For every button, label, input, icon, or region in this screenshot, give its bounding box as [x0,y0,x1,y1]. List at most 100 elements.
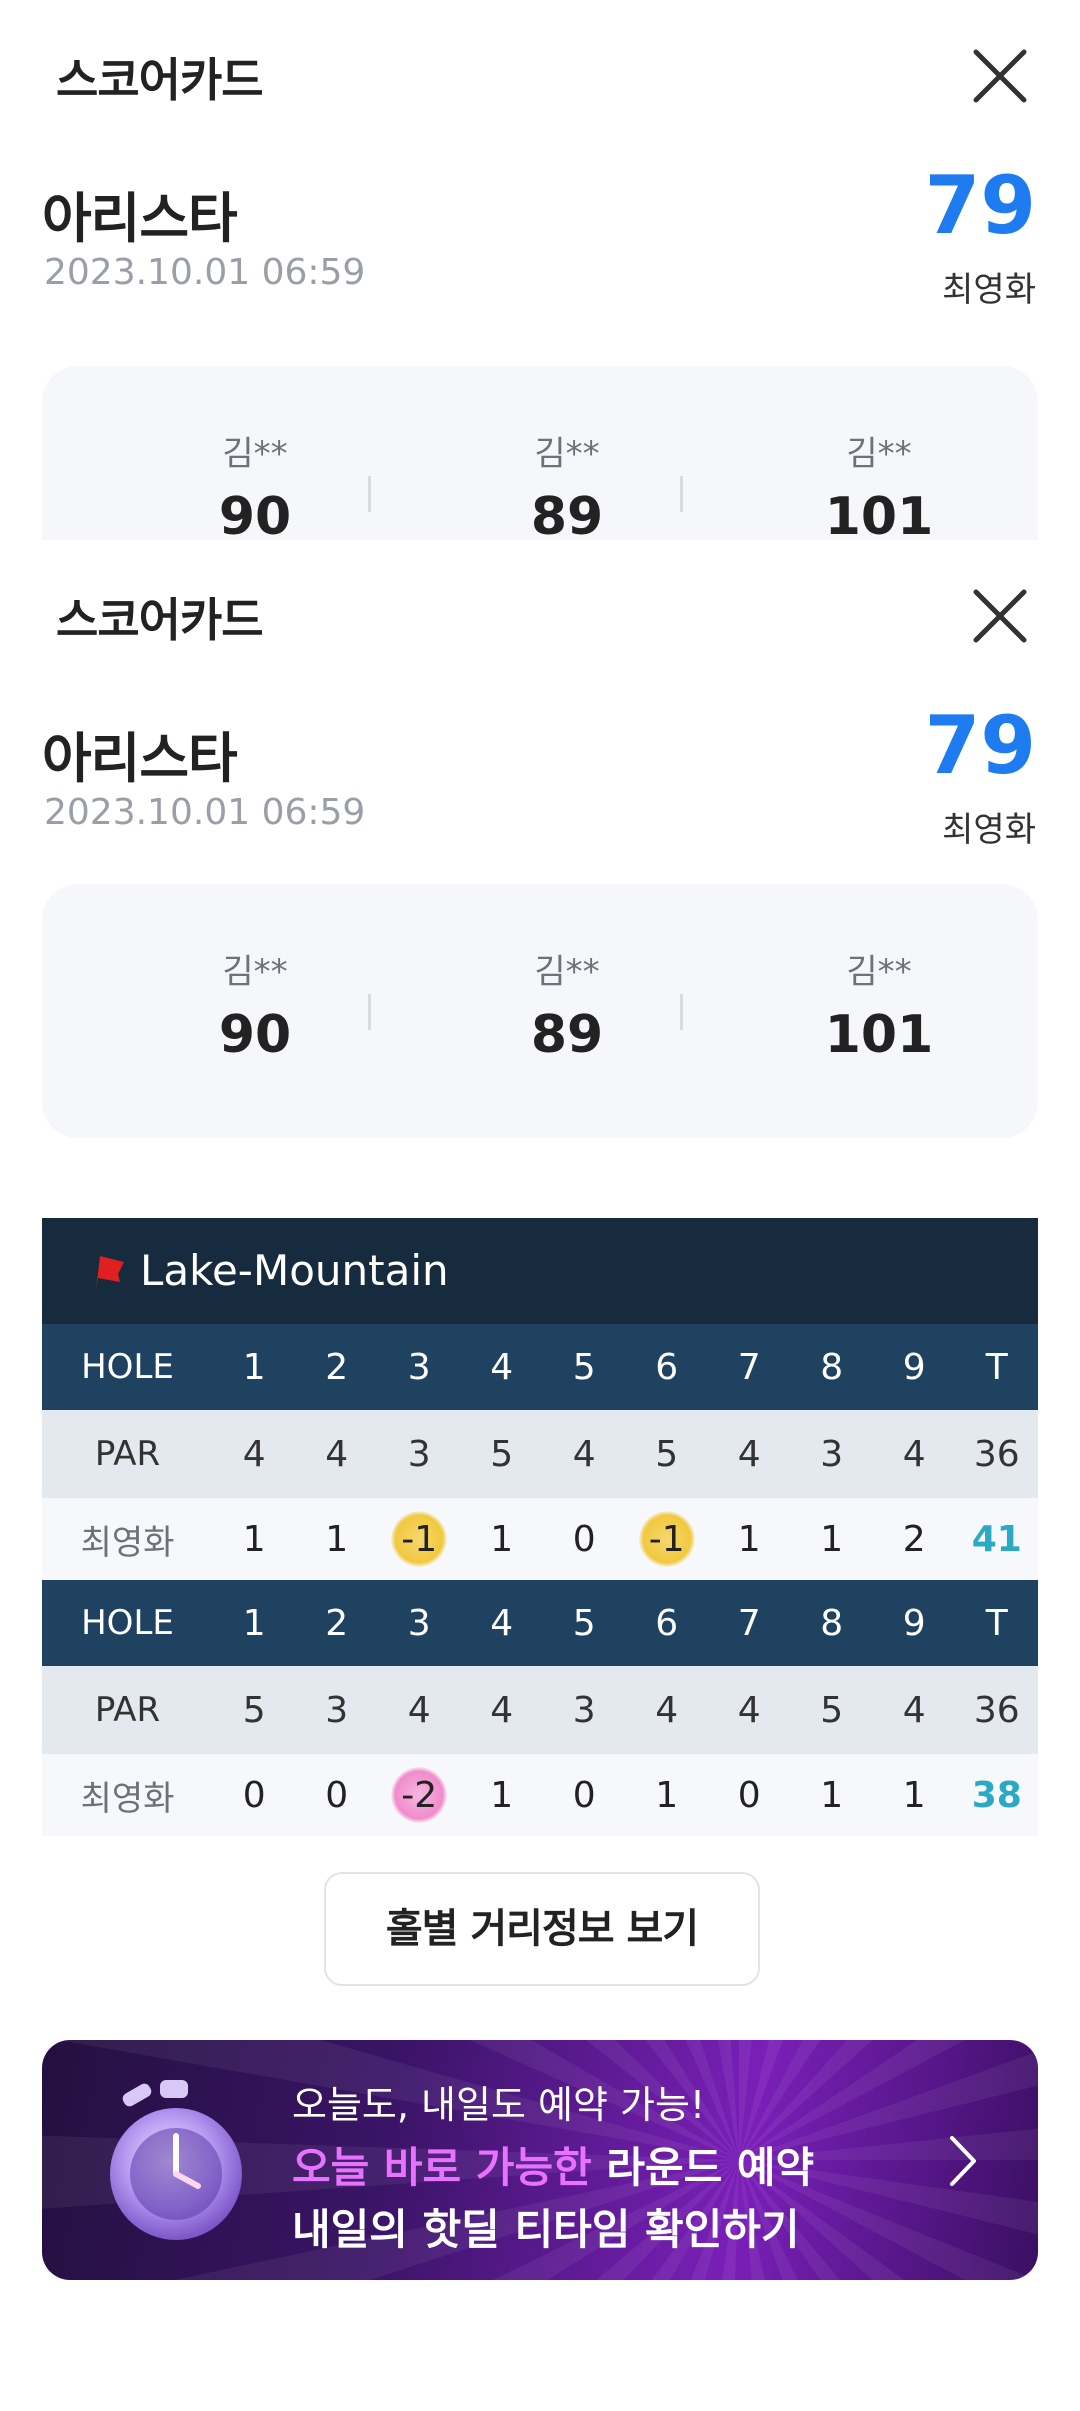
cell-value: 1 [737,1518,761,1560]
cell-value: 41 [971,1518,1022,1560]
player-name: 김** [222,434,288,474]
score-value: 0 [296,1775,379,1816]
player-label: 최영화 [42,1515,213,1564]
player-score: 90 [218,1005,292,1065]
cell-value: 1 [490,1518,514,1560]
hole-number: 3 [378,1603,461,1644]
divider [680,476,683,512]
course-name: 아리스타 [42,187,238,250]
page-title: 스코어카드 [56,53,264,107]
course-info: 아리스타 2023.10.01 06:59 79 최영화 [0,692,1080,892]
my-score: 79 [924,159,1036,252]
player-summary: 김** 89 [467,426,667,540]
hole-label: HOLE [42,1603,213,1643]
score-value: -2 [378,1767,461,1823]
total-label: T [956,1347,1039,1388]
cell-value: 1 [902,1774,926,1816]
hole-number: 6 [626,1603,709,1644]
score-value: 1 [626,1775,709,1816]
cell-value: 8 [820,1346,844,1388]
cell-value: 38 [971,1774,1022,1816]
hole-label: HOLE [42,1347,213,1387]
player-score: 89 [530,1005,604,1065]
cell-value: T [985,1602,1008,1644]
score-total: 41 [956,1519,1039,1560]
hole-number: 8 [791,1347,874,1388]
par-label: PAR [42,1434,213,1474]
par-row: PAR 4 4 3 5 4 5 4 3 4 36 [42,1410,1038,1498]
player-summary: 김** 101 [779,944,979,1065]
score-value: 1 [461,1519,544,1560]
hole-number: 8 [791,1603,874,1644]
score-row: 최영화 0 0 -2 1 0 1 0 1 1 38 [42,1754,1038,1836]
player-name: 김** [846,434,912,474]
par-value: 4 [296,1434,379,1475]
cell-value: 3 [820,1433,844,1475]
par-value: 5 [213,1690,296,1731]
hole-number: 9 [873,1347,956,1388]
my-score: 79 [924,699,1036,792]
hole-distance-button[interactable]: 홀별 거리정보 보기 [324,1872,760,1986]
course-info: 아리스타 2023.10.01 06:59 79 최영화 [0,152,1080,352]
score-value: 0 [543,1519,626,1560]
cell-value: 1 [325,1518,349,1560]
my-name: 최영화 [942,810,1036,850]
cell-value: 1 [655,1774,679,1816]
cell-value: 4 [490,1346,514,1388]
par-value: 3 [296,1690,379,1731]
cell-value: 1 [490,1774,514,1816]
promo-banner[interactable]: 오늘도, 내일도 예약 가능! 오늘 바로 가능한 라운드 예약 내일의 핫딜 … [42,2040,1038,2280]
cell-value: 1 [242,1602,266,1644]
hole-number: 7 [708,1347,791,1388]
hole-number: 2 [296,1347,379,1388]
cell-value: 3 [407,1433,431,1475]
par-total: 36 [956,1690,1039,1731]
cell-value: 4 [737,1433,761,1475]
cell-value: 5 [242,1689,266,1731]
close-icon [973,49,1027,103]
cell-value: 5 [572,1346,596,1388]
player-score: 101 [824,487,934,540]
player-score: 89 [530,487,604,540]
par-value: 4 [873,1690,956,1731]
cell-value: 0 [737,1774,761,1816]
cell-value: 3 [407,1346,431,1388]
hole-number: 7 [708,1603,791,1644]
score-value: 1 [461,1775,544,1816]
par-value: 4 [543,1434,626,1475]
par-value: 4 [708,1690,791,1731]
cell-value: 8 [820,1602,844,1644]
cell-value: 최영화 [80,1778,175,1819]
score-value: 1 [213,1519,296,1560]
hole-number: 4 [461,1347,544,1388]
scorecard-panel: 스코어카드 아리스타 2023.10.01 06:59 79 최영화 김** 9… [0,540,1080,2411]
close-button[interactable] [970,46,1030,106]
page-title: 스코어카드 [56,593,264,647]
player-name: 김** [846,952,912,992]
player-summary: 김** 90 [155,944,355,1065]
header: 스코어카드 [0,540,1080,692]
cell-value: 0 [572,1518,596,1560]
score-value: 1 [791,1519,874,1560]
cell-value: T [985,1346,1008,1388]
cell-value: 36 [973,1689,1020,1731]
par-total: 36 [956,1434,1039,1475]
cell-value: 1 [820,1518,844,1560]
hole-number: 9 [873,1603,956,1644]
close-button[interactable] [970,586,1030,646]
cell-value: 7 [737,1346,761,1388]
cell-value: 36 [973,1433,1020,1475]
player-name: 김** [222,952,288,992]
cell-value: PAR [94,1434,161,1474]
hole-number: 1 [213,1347,296,1388]
divider [680,994,683,1030]
banner-line2-rest: 라운드 예약 [591,2143,815,2192]
stopwatch-icon [110,2080,242,2240]
total-label: T [956,1603,1039,1644]
cell-value: 5 [655,1433,679,1475]
close-icon [973,589,1027,643]
divider [368,994,371,1030]
cell-value: 2 [325,1346,349,1388]
cell-value: 4 [325,1433,349,1475]
player-name: 김** [534,434,600,474]
